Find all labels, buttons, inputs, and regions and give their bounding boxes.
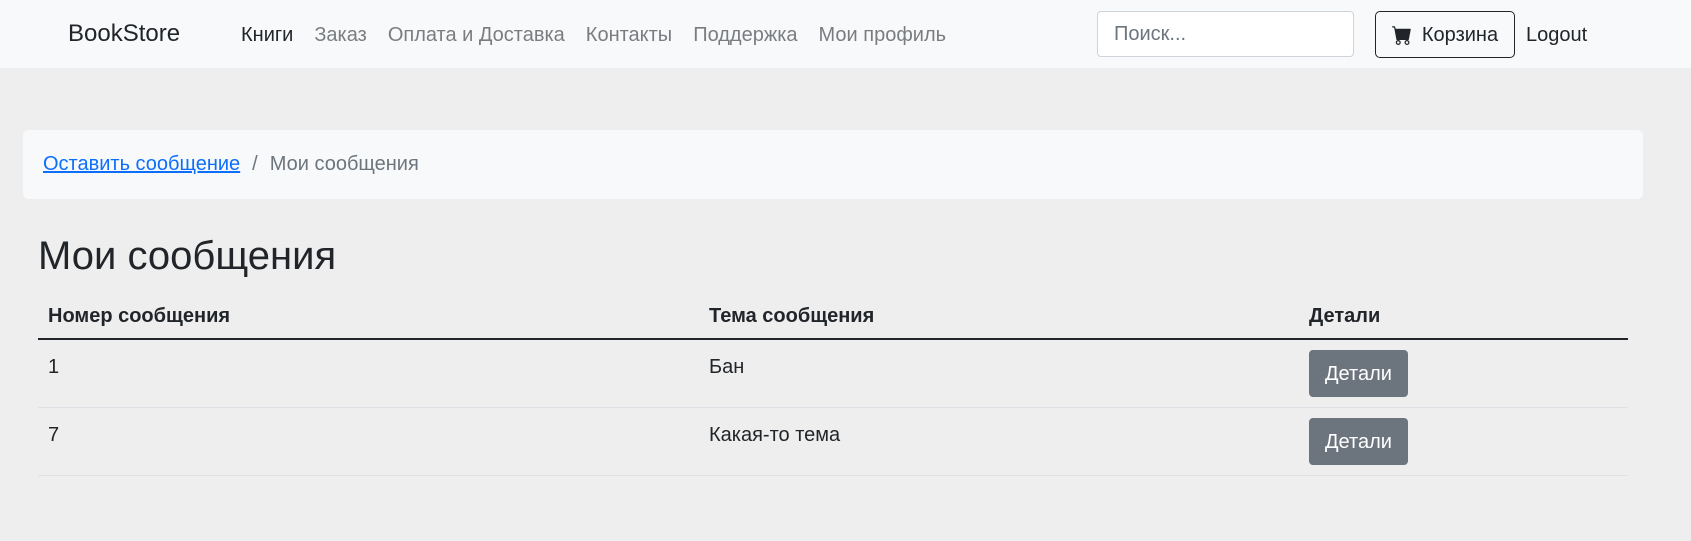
message-subject: Бан (709, 356, 745, 378)
cell-details: Детали (1299, 339, 1628, 408)
page-title: Мои сообщения (38, 234, 337, 278)
cell-number: 7 (38, 407, 699, 476)
table-row: 7 Какая-то тема Детали (38, 407, 1628, 476)
column-header-details: Детали (1299, 294, 1628, 340)
cell-subject: Бан (699, 339, 1299, 408)
nav-link-payment-delivery[interactable]: Оплата и Доставка (388, 20, 565, 50)
column-header-number: Номер сообщения (38, 294, 699, 340)
nav-link-order[interactable]: Заказ (314, 20, 366, 50)
logout-link[interactable]: Logout (1526, 20, 1587, 50)
messages-table: Номер сообщения Тема сообщения Детали 1 … (38, 294, 1628, 476)
message-subject: Какая-то тема (709, 424, 841, 446)
search-input[interactable] (1097, 11, 1354, 57)
breadcrumb-current: Мои сообщения (269, 153, 419, 175)
cell-subject: Какая-то тема (699, 407, 1299, 476)
nav-link-contacts[interactable]: Контакты (586, 20, 672, 50)
table-row: 1 Бан Детали (38, 339, 1628, 408)
cart-label: Корзина (1421, 23, 1499, 46)
breadcrumb-separator: / (252, 153, 258, 175)
breadcrumb: Оставить сообщение / Мои сообщения (23, 130, 1643, 199)
nav-links: Книги Заказ Оплата и Доставка Контакты П… (241, 20, 946, 50)
nav-link-support[interactable]: Поддержка (693, 20, 797, 50)
nav-link-books[interactable]: Книги (241, 20, 293, 50)
cell-details: Детали (1299, 407, 1628, 476)
nav-link-profile[interactable]: Мои профиль (819, 20, 947, 50)
column-header-subject: Тема сообщения (699, 294, 1299, 340)
details-button[interactable]: Детали (1309, 350, 1408, 397)
navbar: BookStore Книги Заказ Оплата и Доставка … (0, 0, 1691, 68)
cart-button[interactable]: Корзина (1375, 11, 1515, 58)
message-number: 7 (48, 424, 60, 446)
cell-number: 1 (38, 339, 699, 408)
breadcrumb-link-leave-message[interactable]: Оставить сообщение (43, 153, 240, 176)
cart-icon (1391, 25, 1412, 45)
details-button[interactable]: Детали (1309, 418, 1408, 465)
table-header-row: Номер сообщения Тема сообщения Детали (38, 294, 1628, 340)
message-number: 1 (48, 356, 60, 378)
brand-logo[interactable]: BookStore (68, 18, 180, 50)
